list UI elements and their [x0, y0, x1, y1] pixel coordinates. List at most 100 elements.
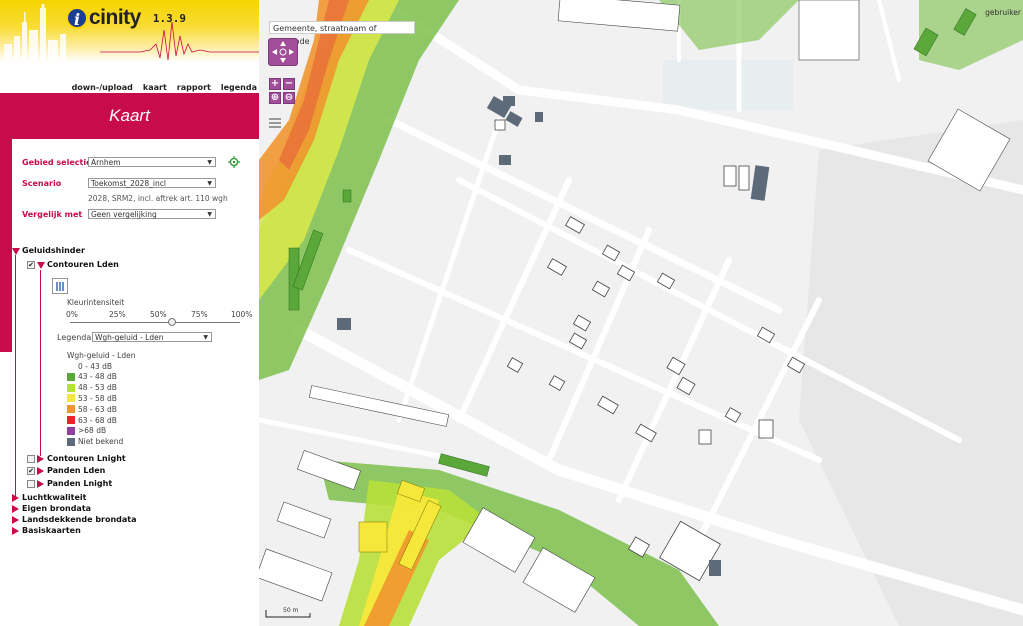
grid-layer-icon[interactable] [52, 278, 68, 294]
location-search-input[interactable]: Gemeente, straatnaam of postcode [269, 21, 415, 46]
expand-right-icon[interactable] [12, 505, 19, 513]
expand-right-icon[interactable] [37, 467, 44, 475]
legend-item: Niet bekend [67, 437, 123, 447]
scenario-value: Toekomst_2028_incl [91, 179, 166, 188]
scenario-description: 2028, SRM2, incl. aftrek art. 110 wgh [88, 194, 228, 203]
zoom-out-icon[interactable]: − [283, 78, 295, 90]
tree-landsdekkende-brondata[interactable]: Landsdekkende brondata [22, 515, 137, 524]
legend-swatch [67, 383, 75, 392]
scale-bar: 50 m [265, 607, 311, 618]
logo-mark: i [66, 7, 88, 29]
legend-swatch [67, 426, 75, 435]
top-navigation: down-/upload kaart rapport legenda [72, 83, 257, 92]
locate-icon[interactable] [228, 156, 240, 168]
nav-upload[interactable]: down-/upload [72, 83, 133, 92]
tree-luchtkwaliteit[interactable]: Luchtkwaliteit [22, 493, 86, 502]
pan-arrows-icon [272, 41, 294, 63]
legend-label: 63 - 68 dB [78, 415, 117, 425]
nav-rapport[interactable]: rapport [177, 83, 211, 92]
tree-eigen-brondata[interactable]: Eigen brondata [22, 504, 91, 513]
zoom-extent-icon[interactable]: ⊖ [283, 92, 295, 104]
legend-swatch [67, 394, 75, 403]
gebied-value: Arnhem [91, 158, 121, 167]
contouren-lden-checkbox[interactable]: ✔ [27, 261, 35, 269]
legend-label: Niet bekend [78, 437, 124, 447]
contouren-lnight-checkbox[interactable] [27, 455, 35, 463]
zoom-box-icon[interactable]: ⊕ [269, 92, 281, 104]
app-logo: i cinity 1.3.9 [66, 6, 186, 30]
tree-contouren-lnight[interactable]: Contouren Lnight [47, 454, 126, 463]
app-version: 1.3.9 [152, 11, 186, 25]
legenda-label: Legenda: [57, 333, 94, 342]
slider-tick: 100% [231, 310, 253, 319]
chevron-down-icon: ▼ [207, 159, 212, 166]
scenario-select[interactable]: Toekomst_2028_incl ▼ [88, 178, 216, 188]
legend-item: 43 - 48 dB [67, 372, 117, 382]
legend-swatch [67, 416, 75, 424]
panden-lden-checkbox[interactable]: ✔ [27, 467, 35, 475]
expand-right-icon[interactable] [12, 494, 19, 502]
legend-swatch [67, 362, 75, 370]
tree-line [40, 270, 41, 456]
panden-lnight-checkbox[interactable] [27, 480, 35, 488]
legend-swatch [67, 437, 75, 446]
vergelijk-select[interactable]: Geen vergelijking ▼ [88, 209, 216, 219]
map-tiles [259, 0, 1023, 626]
gebied-label: Gebied selectie [22, 158, 92, 167]
app-banner: i cinity 1.3.9 [0, 0, 259, 62]
slider-tick: 50% [150, 310, 167, 319]
legend-item: 63 - 68 dB [67, 415, 117, 425]
tree-geluidshinder[interactable]: Geluidshinder [22, 246, 85, 255]
legenda-select[interactable]: Wgh-geluid - Lden ▼ [92, 332, 212, 342]
map-canvas[interactable]: Gemeente, straatnaam of postcode gebruik… [259, 0, 1023, 626]
legend-swatch [67, 372, 75, 381]
side-accent [0, 139, 12, 352]
intensity-slider-handle[interactable] [168, 318, 176, 326]
nav-legenda[interactable]: legenda [221, 83, 257, 92]
scenario-label: Scenario [22, 179, 62, 188]
scale-label: 50 m [283, 607, 299, 614]
legend-label: 53 - 58 dB [78, 393, 117, 403]
expand-down-icon[interactable] [12, 248, 20, 255]
expand-right-icon[interactable] [37, 455, 44, 463]
legend-label: 43 - 48 dB [78, 372, 117, 382]
legend-label: 48 - 53 dB [78, 383, 117, 393]
pan-control-icon[interactable] [268, 38, 298, 66]
intensity-slider-track[interactable] [70, 322, 240, 323]
zoom-in-icon[interactable]: + [269, 78, 281, 90]
expand-right-icon[interactable] [12, 516, 19, 524]
legend-item: 48 - 53 dB [67, 383, 117, 393]
slider-tick: 0% [66, 310, 78, 319]
legend-item: 58 - 63 dB [67, 404, 117, 414]
expand-down-icon[interactable] [37, 262, 45, 269]
user-link[interactable]: gebruiker [985, 8, 1021, 17]
legenda-value: Wgh-geluid - Lden [95, 333, 164, 342]
page-title: Kaart [109, 106, 150, 125]
left-panel: i cinity 1.3.9 down-/upload kaart rappor… [0, 0, 259, 626]
vergelijk-label: Vergelijk met [22, 210, 83, 219]
gebied-select[interactable]: Arnhem ▼ [88, 157, 216, 167]
tree-contouren-lden[interactable]: Contouren Lden [47, 260, 119, 269]
layers-icon[interactable] [268, 116, 282, 130]
chevron-down-icon: ▼ [207, 180, 212, 187]
expand-right-icon[interactable] [37, 480, 44, 488]
legend-title: Wgh-geluid - Lden [67, 351, 136, 360]
legend-label: 58 - 63 dB [78, 404, 117, 414]
legend-item: >68 dB [67, 426, 106, 436]
legend-swatch [67, 405, 75, 414]
tree-basiskaarten[interactable]: Basiskaarten [22, 526, 81, 535]
legend-label: 0 - 43 dB [78, 361, 113, 371]
legend-label: >68 dB [78, 426, 107, 436]
vergelijk-value: Geen vergelijking [91, 210, 157, 219]
chevron-down-icon: ▼ [207, 211, 212, 218]
page-header: Kaart [0, 93, 259, 139]
legend-item: 0 - 43 dB [67, 361, 112, 371]
legend-item: 53 - 58 dB [67, 393, 117, 403]
nav-kaart[interactable]: kaart [143, 83, 167, 92]
expand-right-icon[interactable] [12, 527, 19, 535]
tree-panden-lnight[interactable]: Panden Lnight [47, 479, 112, 488]
tree-panden-lden[interactable]: Panden Lden [47, 466, 105, 475]
slider-tick: 75% [191, 310, 208, 319]
slider-tick: 25% [109, 310, 126, 319]
tree-line [15, 255, 16, 500]
